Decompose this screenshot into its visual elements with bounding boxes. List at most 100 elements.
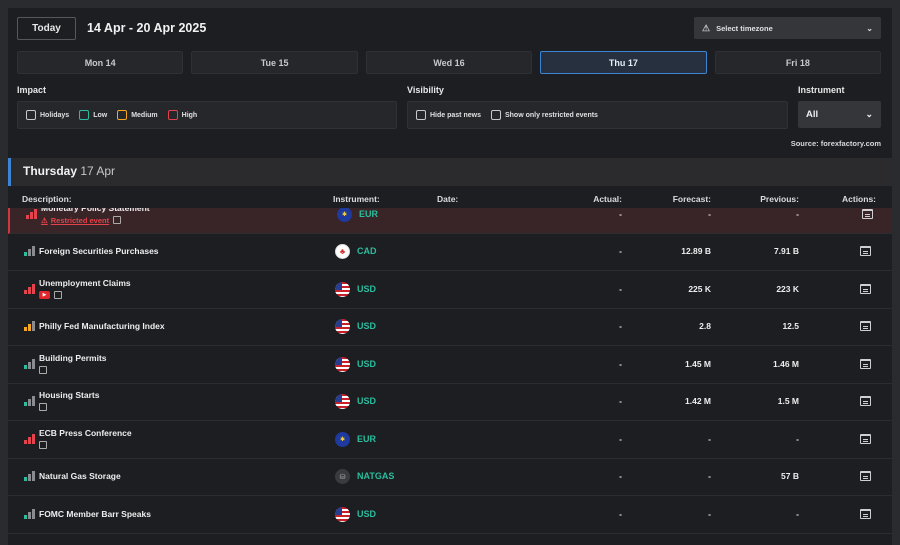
impact-icon [24,508,35,519]
day-tabs: Mon 14 Tue 15 Wed 16 Thu 17 Fri 18 [17,51,882,74]
table-row[interactable]: Housing Starts USD - 1.42 M 1.5 M [8,384,892,421]
flag-cad-icon: ♣ [335,244,350,260]
forecast-value: - [708,508,711,519]
checkbox-label: Holidays [40,111,70,119]
forecast-value: - [708,208,711,219]
note-icon[interactable] [113,216,122,225]
checkbox-box[interactable] [490,110,501,120]
forecast-value: 12.89 B [681,246,711,257]
instrument-value: All [806,109,819,120]
note-icon[interactable] [39,440,47,449]
checkbox-label: Medium [131,111,158,119]
calendar-add-icon[interactable] [860,358,871,369]
table-row[interactable]: Foreign Securities Purchases ♣ CAD - 12.89 B… [8,234,892,271]
forecast-value: 1.42 M [685,396,711,407]
note-icon[interactable] [39,403,47,412]
table-row[interactable]: Building Permits USD - 1.45 M 1.46 M [8,346,892,384]
previous-value: 1.5 M [777,396,799,407]
event-name[interactable]: FOMC Member Barr Speaks [39,509,151,519]
checkbox-box[interactable] [79,110,90,120]
calendar-add-icon[interactable] [860,321,871,332]
table-row[interactable]: FOMC Member Barr Speaks USD - - - [8,496,892,534]
timezone-label: Select timezone [716,23,773,33]
checkbox-box[interactable] [416,110,426,120]
impact-icon [24,246,35,257]
table-row[interactable]: Philly Fed Manufacturing Index USD - 2.8 12.… [8,309,892,346]
calendar-add-icon[interactable] [860,396,871,407]
checkbox-label: Hide past news [430,111,481,119]
currency-code: USD [357,358,377,369]
table-row[interactable]: ECB Press Conference ✱ EUR - - - [8,421,892,459]
event-name[interactable]: Monetary Policy Statement [41,208,150,213]
actual-value: - [619,321,622,332]
event-name[interactable]: Philly Fed Manufacturing Index [39,321,165,331]
source-text: Source: forexfactory.com [790,139,881,148]
restricted-link[interactable]: ⚠ Restricted event [41,216,109,225]
currency-code: EUR [357,433,377,444]
col-actual: Actual: [593,194,622,204]
actual-value: - [619,433,622,444]
table-row[interactable]: Unemployment Claims ▶ USD - 225 K 223 K [8,271,892,309]
day-tab[interactable]: Thu 17 [540,51,707,74]
calendar-add-icon[interactable] [862,208,873,219]
event-subicons: ⚠ Restricted event [41,216,122,225]
previous-value: 57 B [781,471,799,482]
calendar-add-icon[interactable] [860,283,871,294]
youtube-icon[interactable]: ▶ [39,290,50,299]
day-header: Thursday 17 Apr [8,158,892,186]
impact-checkbox[interactable]: Medium [117,110,158,120]
forecast-value: 1.45 M [685,358,711,369]
checkbox-box[interactable] [26,110,36,120]
event-name[interactable]: Natural Gas Storage [39,471,121,481]
timezone-select[interactable]: ⚠ Select timezone ⌄ [694,17,881,39]
table-row[interactable]: Natural Gas Storage ⛁ NATGAS - - 57 B [8,459,892,496]
today-button[interactable]: Today [17,17,76,40]
previous-value: - [796,508,799,519]
day-tab[interactable]: Tue 15 [191,51,358,74]
actual-value: - [619,208,622,219]
col-actions: Actions: [842,194,876,204]
impact-checkbox[interactable]: Low [79,110,107,120]
previous-value: 223 K [776,283,799,294]
currency-code: NATGAS [357,471,395,482]
forecast-value: - [708,471,711,482]
checkbox-box[interactable] [117,110,128,120]
impact-icon [26,208,37,219]
event-name[interactable]: ECB Press Conference [39,428,132,438]
flag-usd-icon [335,506,350,522]
day-header-weekday: Thursday [23,164,78,178]
table-row[interactable]: Monetary Policy Statement ⚠Restricted eve… [8,208,892,234]
day-tab[interactable]: Fri 18 [714,51,882,74]
calendar-add-icon[interactable] [860,433,871,444]
impact-checkbox[interactable]: High [167,110,197,120]
currency-code: EUR [359,208,379,219]
visibility-filter: Hide past news Show only restricted event… [407,101,788,129]
col-instrument: Instrument: [333,194,380,204]
note-icon[interactable] [39,365,47,374]
restricted-label: Restricted event [50,215,110,225]
visibility-label: Visibility [407,85,444,95]
calendar-add-icon[interactable] [860,246,871,257]
col-description: Description: [22,194,72,204]
visibility-checkbox[interactable]: Hide past news [416,110,481,120]
impact-icon [24,396,35,407]
event-name[interactable]: Unemployment Claims [39,278,131,288]
calendar-add-icon[interactable] [860,471,871,482]
actual-value: - [619,283,622,294]
day-tab[interactable]: Mon 14 [17,51,184,74]
events-table: Monetary Policy Statement ⚠Restricted eve… [8,208,892,545]
forecast-value: 225 K [688,283,711,294]
note-icon[interactable] [54,290,62,299]
checkbox-label: Show only restricted events [504,111,598,119]
checkbox-box[interactable] [167,110,178,120]
event-name[interactable]: Housing Starts [39,390,99,400]
day-tab[interactable]: Wed 16 [365,51,533,74]
impact-checkbox[interactable]: Holidays [26,110,69,120]
impact-label: Impact [17,85,47,95]
visibility-checkbox[interactable]: Show only restricted events [490,110,598,120]
instrument-select[interactable]: All ⌄ [798,101,881,128]
previous-value: 7.91 B [773,246,799,257]
event-name[interactable]: Building Permits [39,353,107,363]
calendar-add-icon[interactable] [860,508,871,519]
event-name[interactable]: Foreign Securities Purchases [39,246,159,256]
